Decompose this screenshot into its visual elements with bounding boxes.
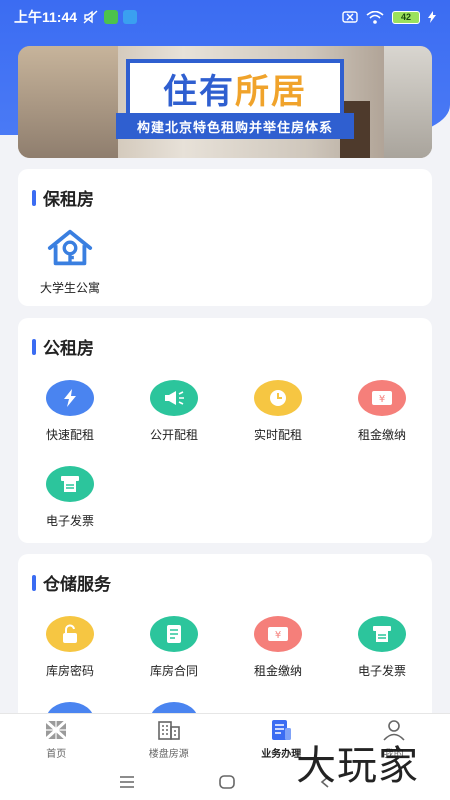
grid-item-public-allocation[interactable]: 公开配租 xyxy=(122,380,226,443)
grid-label: 公开配租 xyxy=(149,428,198,442)
svg-text:¥: ¥ xyxy=(379,394,385,405)
banner-subtitle: 构建北京特色租购并举住房体系 xyxy=(116,113,354,139)
menu-icon[interactable] xyxy=(118,775,136,789)
banner-title: 住有所居 xyxy=(163,71,307,112)
payment-icon: ¥ xyxy=(358,380,406,416)
lock-icon xyxy=(46,616,94,652)
sim-icon xyxy=(342,11,358,23)
banner-photo-left xyxy=(18,46,118,158)
clock-icon xyxy=(254,380,302,416)
status-notification-icons xyxy=(83,10,138,24)
wechat-notification-icon xyxy=(104,10,119,24)
grid-label: 租金缴纳 xyxy=(357,428,406,442)
nav-listings[interactable]: 楼盘房源 xyxy=(113,714,226,763)
house-key-icon xyxy=(46,229,94,267)
grid-item-warehouse-e-invoice[interactable]: 电子发票 xyxy=(330,616,434,679)
nav-home[interactable]: 首页 xyxy=(0,714,113,763)
card-gzf: 公租房 快速配租 公开配租 实时配租 ¥ 租金缴纳 电子发票 xyxy=(18,318,432,543)
mute-icon xyxy=(83,10,98,24)
lightning-icon xyxy=(46,380,94,416)
grid-label: 电子发票 xyxy=(45,514,94,528)
watermark: 大玩家 xyxy=(296,743,419,789)
wifi-icon xyxy=(366,10,384,24)
invoice-icon xyxy=(358,616,406,652)
nav-listings-label: 楼盘房源 xyxy=(148,749,189,760)
home-icon xyxy=(45,719,68,741)
home-square-icon[interactable] xyxy=(218,774,236,790)
card-ccfw: 仓储服务 库房密码 库房合同 ¥ 租金缴纳 电子发票 xyxy=(18,554,434,738)
grid-item-warehouse-rent-payment[interactable]: ¥ 租金缴纳 xyxy=(226,616,330,679)
banner-title-box: 住有所居 xyxy=(126,59,344,117)
grid-label: 实时配租 xyxy=(253,428,302,442)
section-title-bzf: 保租房 xyxy=(32,185,94,210)
grid-label: 快速配租 xyxy=(45,428,94,442)
payment-icon: ¥ xyxy=(254,616,302,652)
grid-item-student-apartment[interactable]: 大学生公寓 xyxy=(18,229,122,296)
grid-label: 库房合同 xyxy=(149,664,198,678)
battery-indicator: 42 xyxy=(392,10,420,24)
grid-label: 电子发票 xyxy=(357,664,406,678)
grid-item-rent-payment[interactable]: ¥ 租金缴纳 xyxy=(330,380,434,443)
grid-item-quick-allocation[interactable]: 快速配租 xyxy=(18,380,122,443)
grid-item-warehouse-password[interactable]: 库房密码 xyxy=(18,616,122,679)
grid-item-warehouse-contract[interactable]: 库房合同 xyxy=(122,616,226,679)
grid-item-e-invoice[interactable]: 电子发票 xyxy=(18,466,122,529)
megaphone-icon xyxy=(150,380,198,416)
nav-home-label: 首页 xyxy=(46,749,67,760)
grid-label: 大学生公寓 xyxy=(39,281,100,295)
business-doc-icon xyxy=(272,720,292,740)
upload-notification-icon xyxy=(123,10,138,24)
contract-icon xyxy=(150,616,198,652)
svg-text:¥: ¥ xyxy=(275,630,281,641)
section-title-gzf: 公租房 xyxy=(32,334,94,359)
grid-item-realtime-allocation[interactable]: 实时配租 xyxy=(226,380,330,443)
card-bzf: 保租房 大学生公寓 xyxy=(18,169,432,306)
grid-label: 租金缴纳 xyxy=(253,664,302,678)
banner-sign: 住有所居 构建北京特色租购并举住房体系 xyxy=(108,59,358,151)
charging-icon xyxy=(428,11,436,23)
promo-banner[interactable]: 住有所居 构建北京特色租购并举住房体系 xyxy=(18,46,432,158)
building-icon xyxy=(157,721,180,740)
banner-photo-window xyxy=(384,46,432,158)
invoice-icon xyxy=(46,466,94,502)
status-time: 上午11:44 xyxy=(14,9,78,25)
status-bar: 上午11:44 42 xyxy=(0,0,450,34)
section-title-ccfw: 仓储服务 xyxy=(32,570,111,595)
grid-label: 库房密码 xyxy=(45,664,94,678)
